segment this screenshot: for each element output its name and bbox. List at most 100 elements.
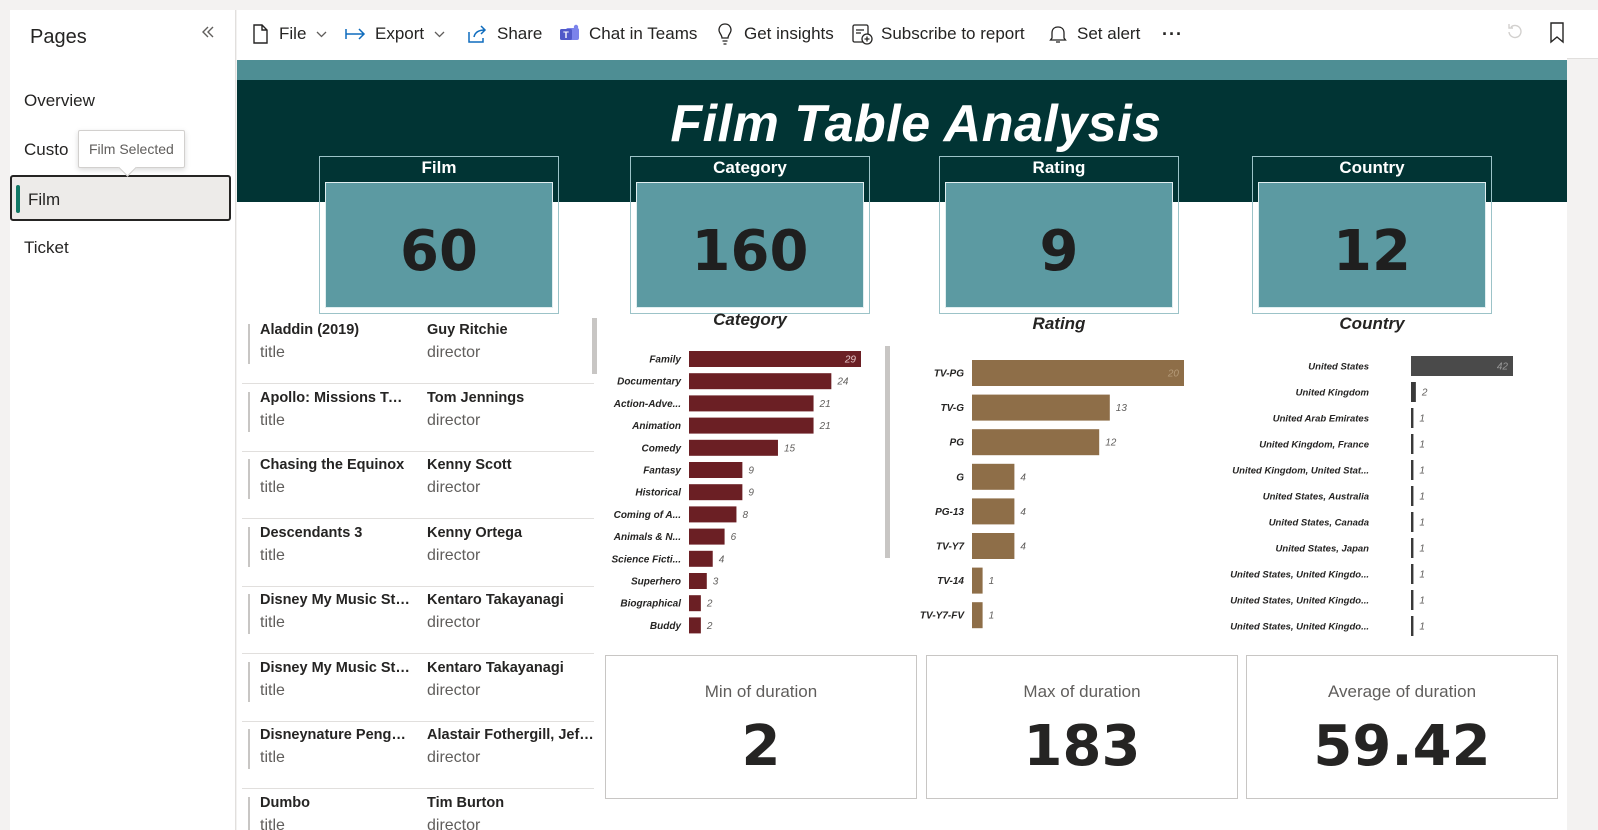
page-item-overview[interactable]: Overview — [10, 78, 231, 124]
bar[interactable] — [1411, 564, 1414, 584]
rating-bar-chart[interactable]: TV-PG 20 TV-G 13 PG 12 G 4 PG-13 4 TV-Y7 4 TV-14 1 TV-… — [902, 348, 1212, 643]
bar[interactable] — [1411, 408, 1414, 428]
category-axis-label: Animation — [631, 421, 681, 432]
max-duration-card[interactable]: Max of duration 183 — [926, 655, 1238, 799]
bookmark-icon[interactable] — [1549, 22, 1565, 49]
bar[interactable] — [1411, 434, 1414, 454]
bar[interactable] — [689, 528, 725, 545]
table-row[interactable]: Dumbo title Tim Burton director — [242, 789, 594, 830]
data-label: 2 — [1421, 388, 1428, 399]
kpi-box: 9 — [945, 182, 1173, 308]
bar[interactable] — [689, 439, 778, 456]
category-bar-chart[interactable]: Family 29Documentary 24Action-Adve... 21Ani… — [607, 343, 877, 638]
data-label: 1 — [1419, 440, 1425, 451]
page-item-ticket[interactable]: Ticket — [10, 225, 231, 271]
bar[interactable] — [689, 462, 743, 478]
more-options-button[interactable]: ··· — [1162, 10, 1183, 58]
row-accent — [248, 796, 250, 830]
bar[interactable] — [972, 567, 983, 594]
bar[interactable] — [972, 429, 1100, 456]
bar[interactable] — [972, 533, 1015, 559]
bar[interactable] — [689, 373, 832, 390]
bar[interactable] — [689, 595, 701, 612]
bar[interactable] — [689, 617, 701, 634]
film-director: Kenny Scott — [427, 457, 512, 473]
bar[interactable] — [689, 351, 861, 367]
table-row[interactable]: Disney My Music Sto... title Kentaro Takay… — [242, 654, 594, 722]
table-row[interactable]: Aladdin (2019) title Guy Ritchie director — [242, 316, 594, 384]
bar[interactable] — [1411, 382, 1416, 402]
min-duration-card[interactable]: Min of duration 2 — [605, 655, 917, 799]
bar[interactable] — [972, 463, 1015, 490]
bar[interactable] — [972, 602, 983, 629]
share-button[interactable]: Share — [467, 10, 542, 58]
share-icon — [467, 23, 489, 45]
category-axis-label: United Kingdom — [1296, 388, 1370, 399]
rating-chart-title: Rating — [1032, 314, 1086, 333]
row-accent — [248, 526, 250, 567]
subscribe-label: Subscribe to report — [881, 24, 1025, 43]
chat-label: Chat in Teams — [589, 24, 698, 43]
table-row[interactable]: Chasing the Equinox title Kenny Scott direc… — [242, 451, 594, 519]
film-director: Tim Burton — [427, 794, 505, 811]
bar[interactable] — [689, 417, 814, 434]
data-label: 21 — [819, 399, 831, 410]
chevron-down-icon — [316, 27, 327, 41]
country-bar-chart[interactable]: United States 42 United Kingdom 2 United Ara… — [1227, 350, 1567, 645]
bar[interactable] — [689, 550, 713, 567]
bar[interactable] — [1411, 590, 1414, 610]
bar[interactable] — [1411, 512, 1414, 532]
table-row[interactable]: Apollo: Missions To ... title Tom Jennings… — [242, 384, 594, 452]
kpi-country[interactable]: Country 12 — [1252, 156, 1492, 314]
bar[interactable] — [1411, 616, 1414, 636]
bar[interactable] — [1411, 460, 1414, 480]
bar[interactable] — [689, 484, 743, 501]
subscribe-button[interactable]: Subscribe to report — [851, 10, 1025, 58]
file-menu-button[interactable]: File — [249, 10, 327, 58]
film-title-label: title — [260, 749, 285, 766]
film-director: Guy Ritchie — [427, 322, 508, 338]
kpi-rating[interactable]: Rating 9 — [939, 156, 1179, 314]
bar[interactable] — [972, 394, 1110, 421]
share-label: Share — [497, 24, 543, 43]
data-label: 9 — [748, 488, 754, 499]
table-row[interactable]: Descendants 3 title Kenny Ortega director — [242, 519, 594, 587]
film-director-label: director — [427, 614, 481, 631]
insights-label: Get insights — [744, 24, 834, 43]
pages-pane: Pages Overview Custo Film Ticket Film Se… — [10, 10, 236, 830]
bar[interactable] — [689, 573, 707, 589]
data-label: 1 — [1419, 466, 1425, 477]
avg-duration-card[interactable]: Average of duration 59.42 — [1246, 655, 1558, 799]
bar[interactable] — [1411, 538, 1414, 558]
film-title: Dumbo — [260, 794, 310, 811]
bar[interactable] — [1411, 486, 1414, 506]
kpi-film[interactable]: Film 60 — [319, 156, 559, 314]
bar[interactable] — [972, 360, 1184, 386]
reset-icon[interactable] — [1505, 22, 1525, 47]
bar[interactable] — [972, 498, 1015, 525]
kpi-category[interactable]: Category 160 — [630, 156, 870, 314]
chat-in-teams-button[interactable]: T Chat in Teams — [559, 10, 697, 58]
subscribe-icon — [851, 23, 873, 45]
film-table[interactable]: Dumbo title Tim Burton director Disneynature… — [242, 316, 597, 830]
kpi-value: 12 — [1333, 219, 1411, 284]
bar[interactable] — [689, 506, 737, 523]
get-insights-button[interactable]: Get insights — [714, 10, 834, 58]
page-item-film[interactable]: Film — [10, 175, 231, 221]
film-director-label: director — [427, 546, 481, 564]
file-icon — [249, 23, 271, 45]
table-scrollbar[interactable] — [592, 318, 597, 374]
bar[interactable] — [689, 395, 814, 412]
table-row[interactable]: Disney My Music Sto... title Kentaro Takay… — [242, 586, 594, 654]
table-row[interactable]: Disneynature Pengui... title Alastair Foth… — [242, 721, 595, 789]
export-menu-button[interactable]: Export — [345, 10, 445, 58]
collapse-pane-icon[interactable] — [200, 24, 216, 45]
page-item-label: Custo — [24, 140, 69, 159]
chart-scrollbar[interactable] — [885, 346, 890, 558]
film-director: Kentaro Takayanagi — [427, 592, 564, 608]
set-alert-button[interactable]: Set alert — [1047, 10, 1140, 58]
kpi-label: Film — [421, 158, 457, 177]
film-director-label: director — [427, 344, 481, 361]
file-label: File — [279, 24, 307, 43]
film-title: Disney My Music Sto... — [260, 592, 410, 608]
